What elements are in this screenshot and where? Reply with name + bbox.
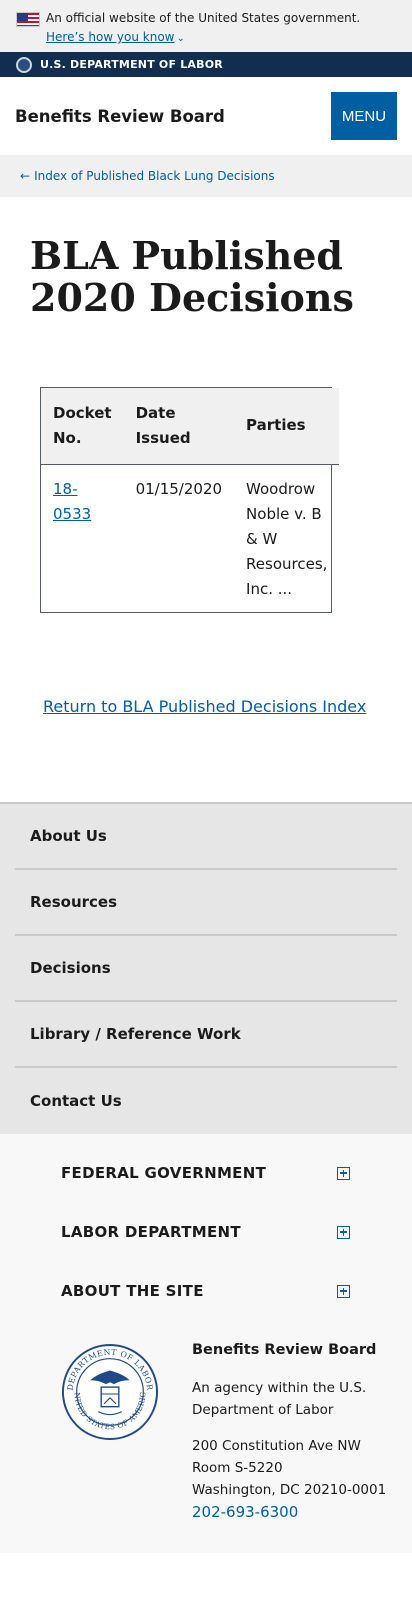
plus-icon[interactable] bbox=[337, 1166, 350, 1180]
return-to-index-link[interactable]: Return to BLA Published Decisions Index bbox=[43, 697, 412, 716]
accordion-label: FEDERAL GOVERNMENT bbox=[61, 1164, 267, 1182]
accordion-label: ABOUT THE SITE bbox=[61, 1282, 204, 1300]
chevron-down-icon: ⌄ bbox=[176, 33, 185, 44]
accordion-label: LABOR DEPARTMENT bbox=[61, 1223, 241, 1241]
parties-cell: Woodrow Noble v. B & W Resources, Inc. .… bbox=[246, 479, 328, 598]
accordion-federal-government[interactable]: FEDERAL GOVERNMENT bbox=[0, 1144, 412, 1203]
dol-title[interactable]: U.S. DEPARTMENT OF LABOR bbox=[40, 58, 223, 71]
plus-icon[interactable] bbox=[337, 1225, 350, 1239]
decisions-table: Docket No. Date Issued Parties 18-0533 0… bbox=[40, 387, 340, 613]
footer-nav-resources[interactable]: Resources bbox=[15, 870, 397, 936]
department-of-labor-seal-icon: DEPARTMENT OF LABOR UNITED STATES OF AME… bbox=[61, 1343, 159, 1440]
footer-nav-decisions[interactable]: Decisions bbox=[15, 936, 397, 1002]
page-title: BLA Published 2020 Decisions bbox=[30, 233, 354, 320]
docket-link[interactable]: 18-0533 bbox=[53, 480, 91, 523]
table-header-row: Docket No. Date Issued Parties bbox=[41, 388, 340, 465]
footer-nav-library[interactable]: Library / Reference Work bbox=[15, 1002, 397, 1068]
us-flag-icon bbox=[16, 12, 40, 27]
site-header: Benefits Review Board MENU bbox=[0, 77, 412, 155]
gov-banner-text: An official website of the United States… bbox=[46, 11, 361, 25]
agency-name: Benefits Review Board bbox=[192, 1341, 377, 1358]
footer-sections: FEDERAL GOVERNMENT LABOR DEPARTMENT ABOU… bbox=[0, 1133, 412, 1321]
address-line-3: Washington, DC 20210-0001 bbox=[192, 1481, 387, 1498]
agency-info: Benefits Review Board An agency within t… bbox=[192, 1339, 412, 1523]
accordion-about-the-site[interactable]: ABOUT THE SITE bbox=[0, 1262, 412, 1321]
site-title[interactable]: Benefits Review Board bbox=[15, 107, 225, 126]
heres-how-you-know-link[interactable]: Here’s how you know ⌄ bbox=[46, 29, 185, 47]
agency-description: An agency within the U.S. Department of … bbox=[192, 1379, 367, 1418]
table-row: 18-0533 01/15/2020 Woodrow Noble v. B & … bbox=[41, 464, 339, 612]
address-line-1: 200 Constitution Ave NW bbox=[192, 1437, 361, 1454]
accordion-labor-department[interactable]: LABOR DEPARTMENT bbox=[0, 1203, 412, 1262]
menu-button[interactable]: MENU bbox=[331, 92, 397, 140]
agency-contact: DEPARTMENT OF LABOR UNITED STATES OF AME… bbox=[0, 1320, 412, 1553]
footer-nav-contact-us[interactable]: Contact Us bbox=[15, 1068, 397, 1134]
column-header-parties: Parties bbox=[234, 388, 340, 465]
plus-icon[interactable] bbox=[337, 1284, 350, 1298]
breadcrumb-link[interactable]: Index of Published Black Lung Decisions bbox=[34, 169, 275, 183]
breadcrumb[interactable]: ← Index of Published Black Lung Decision… bbox=[0, 155, 412, 197]
footer-nav-about-us[interactable]: About Us bbox=[15, 804, 397, 870]
date-cell: 01/15/2020 bbox=[135, 479, 223, 498]
dol-bar: U.S. DEPARTMENT OF LABOR bbox=[0, 52, 412, 77]
footer-nav: About Us Resources Decisions Library / R… bbox=[0, 801, 412, 1134]
address-line-2: Room S-5220 bbox=[192, 1459, 283, 1476]
column-header-date: Date Issued bbox=[123, 388, 235, 465]
gov-banner: An official website of the United States… bbox=[0, 0, 412, 52]
dol-seal-icon bbox=[16, 56, 32, 73]
docket-cell: 18-0533 bbox=[41, 464, 124, 612]
phone-link[interactable]: 202-693-6300 bbox=[192, 1501, 412, 1523]
column-header-docket: Docket No. bbox=[41, 388, 124, 465]
bottom-strip bbox=[0, 1552, 412, 1612]
heres-how-you-know-label: Here’s how you know bbox=[46, 30, 175, 44]
arrow-left-icon: ← bbox=[20, 169, 31, 183]
